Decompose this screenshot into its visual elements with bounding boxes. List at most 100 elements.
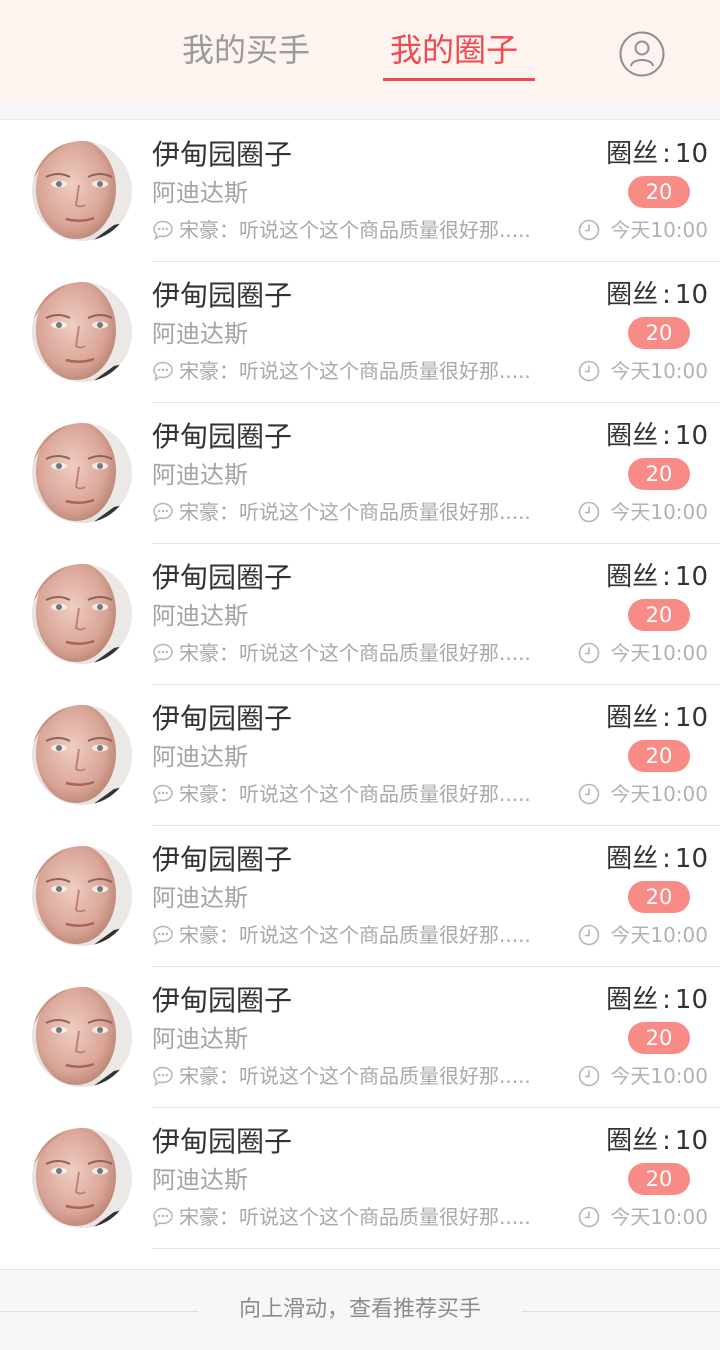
circle-avatar[interactable]: [32, 564, 132, 664]
fans-number: 10: [674, 421, 708, 451]
clock-icon: [578, 924, 600, 946]
fans-label: 圈丝: [606, 421, 659, 451]
footer-hint-bar[interactable]: 向上滑动，查看推荐买手: [0, 1269, 720, 1350]
circle-list-item[interactable]: 伊甸园圈子 阿迪达斯 宋豪：听说这个这个商品质量很好那..... 圈丝:10 2…: [0, 967, 720, 1108]
circle-list-item[interactable]: 伊甸园圈子 阿迪达斯 宋豪：听说这个这个商品质量很好那..... 圈丝:10 2…: [0, 544, 720, 685]
circle-brand: 阿迪达斯: [152, 602, 248, 630]
fans-label: 圈丝: [606, 1126, 659, 1156]
chat-bubble-icon: [152, 1206, 174, 1228]
circle-brand: 阿迪达斯: [152, 1025, 248, 1053]
circle-list-item[interactable]: 伊甸园圈子 阿迪达斯 宋豪：听说这个这个商品质量很好那..... 圈丝:10 2…: [0, 262, 720, 403]
chat-bubble-icon: [152, 924, 174, 946]
fans-label: 圈丝: [606, 562, 659, 592]
fans-number: 10: [674, 280, 708, 310]
circle-brand: 阿迪达斯: [152, 179, 248, 207]
fans-number: 10: [674, 703, 708, 733]
circle-name: 伊甸园圈子: [152, 138, 293, 171]
unread-badge: 20: [628, 599, 690, 631]
fans-count: 圈丝:10: [606, 558, 708, 596]
message-time: 今天10:00: [578, 1202, 708, 1232]
circle-list: 伊甸园圈子 阿迪达斯 宋豪：听说这个这个商品质量很好那..... 圈丝:10 2…: [0, 121, 720, 1249]
last-message: 宋豪：听说这个这个商品质量很好那.....: [152, 497, 559, 527]
tab-my-buyers[interactable]: 我的买手: [182, 28, 310, 72]
fans-label: 圈丝: [606, 985, 659, 1015]
fans-count: 圈丝:10: [606, 840, 708, 878]
circle-name: 伊甸园圈子: [152, 420, 293, 453]
last-message-text: 宋豪：听说这个这个商品质量很好那.....: [179, 1205, 531, 1229]
circle-avatar[interactable]: [32, 141, 132, 241]
last-message: 宋豪：听说这个这个商品质量很好那.....: [152, 356, 559, 386]
chat-bubble-icon: [152, 360, 174, 382]
message-time: 今天10:00: [578, 920, 708, 950]
fans-number: 10: [674, 844, 708, 874]
circle-list-item[interactable]: 伊甸园圈子 阿迪达斯 宋豪：听说这个这个商品质量很好那..... 圈丝:10 2…: [0, 826, 720, 967]
circle-avatar[interactable]: [32, 423, 132, 523]
unread-badge: 20: [628, 1022, 690, 1054]
last-message-text: 宋豪：听说这个这个商品质量很好那.....: [179, 1064, 531, 1088]
circle-avatar[interactable]: [32, 282, 132, 382]
message-time: 今天10:00: [578, 1061, 708, 1091]
circle-brand: 阿迪达斯: [152, 743, 248, 771]
circle-brand: 阿迪达斯: [152, 461, 248, 489]
last-message: 宋豪：听说这个这个商品质量很好那.....: [152, 1202, 559, 1232]
last-message-text: 宋豪：听说这个这个商品质量很好那.....: [179, 359, 531, 383]
message-time: 今天10:00: [578, 215, 708, 245]
row-divider: [152, 1248, 720, 1249]
circle-name: 伊甸园圈子: [152, 279, 293, 312]
fans-count: 圈丝:10: [606, 135, 708, 173]
last-message-text: 宋豪：听说这个这个商品质量很好那.....: [179, 923, 531, 947]
fans-count: 圈丝:10: [606, 981, 708, 1019]
clock-icon: [578, 1065, 600, 1087]
last-message: 宋豪：听说这个这个商品质量很好那.....: [152, 638, 559, 668]
fans-count: 圈丝:10: [606, 417, 708, 455]
fans-count: 圈丝:10: [606, 699, 708, 737]
unread-badge: 20: [628, 740, 690, 772]
message-time-text: 今天10:00: [610, 1064, 708, 1088]
circle-list-item[interactable]: 伊甸园圈子 阿迪达斯 宋豪：听说这个这个商品质量很好那..... 圈丝:10 2…: [0, 403, 720, 544]
clock-icon: [578, 642, 600, 664]
unread-badge: 20: [628, 1163, 690, 1195]
circle-list-item[interactable]: 伊甸园圈子 阿迪达斯 宋豪：听说这个这个商品质量很好那..... 圈丝:10 2…: [0, 1108, 720, 1249]
message-time-text: 今天10:00: [610, 500, 708, 524]
message-time-text: 今天10:00: [610, 923, 708, 947]
swipe-up-hint: 向上滑动，查看推荐买手: [238, 1297, 481, 1322]
last-message-text: 宋豪：听说这个这个商品质量很好那.....: [179, 641, 531, 665]
tab-my-circles[interactable]: 我的圈子: [390, 28, 518, 72]
circle-list-item[interactable]: 伊甸园圈子 阿迪达斯 宋豪：听说这个这个商品质量很好那..... 圈丝:10 2…: [0, 121, 720, 262]
clock-icon: [578, 360, 600, 382]
fans-number: 10: [674, 562, 708, 592]
unread-badge: 20: [628, 317, 690, 349]
fans-label: 圈丝: [606, 280, 659, 310]
circle-avatar[interactable]: [32, 705, 132, 805]
fans-label: 圈丝: [606, 139, 659, 169]
circle-brand: 阿迪达斯: [152, 884, 248, 912]
fans-number: 10: [674, 1126, 708, 1156]
message-time: 今天10:00: [578, 638, 708, 668]
message-time: 今天10:00: [578, 497, 708, 527]
circle-avatar[interactable]: [32, 987, 132, 1087]
footer-line-left: [0, 1311, 198, 1312]
circle-avatar[interactable]: [32, 846, 132, 946]
last-message-text: 宋豪：听说这个这个商品质量很好那.....: [179, 782, 531, 806]
fans-label: 圈丝: [606, 844, 659, 874]
last-message-text: 宋豪：听说这个这个商品质量很好那.....: [179, 218, 531, 242]
chat-bubble-icon: [152, 1065, 174, 1087]
last-message: 宋豪：听说这个这个商品质量很好那.....: [152, 215, 559, 245]
circle-name: 伊甸园圈子: [152, 984, 293, 1017]
message-time-text: 今天10:00: [610, 1205, 708, 1229]
circle-avatar[interactable]: [32, 1128, 132, 1228]
circle-name: 伊甸园圈子: [152, 702, 293, 735]
clock-icon: [578, 219, 600, 241]
unread-badge: 20: [628, 176, 690, 208]
chat-bubble-icon: [152, 642, 174, 664]
circle-list-item[interactable]: 伊甸园圈子 阿迪达斯 宋豪：听说这个这个商品质量很好那..... 圈丝:10 2…: [0, 685, 720, 826]
circle-brand: 阿迪达斯: [152, 1166, 248, 1194]
active-tab-indicator: [383, 78, 535, 81]
user-icon[interactable]: [619, 31, 665, 77]
message-time: 今天10:00: [578, 356, 708, 386]
fans-number: 10: [674, 985, 708, 1015]
last-message: 宋豪：听说这个这个商品质量很好那.....: [152, 920, 559, 950]
message-time-text: 今天10:00: [610, 218, 708, 242]
fans-count: 圈丝:10: [606, 276, 708, 314]
clock-icon: [578, 783, 600, 805]
